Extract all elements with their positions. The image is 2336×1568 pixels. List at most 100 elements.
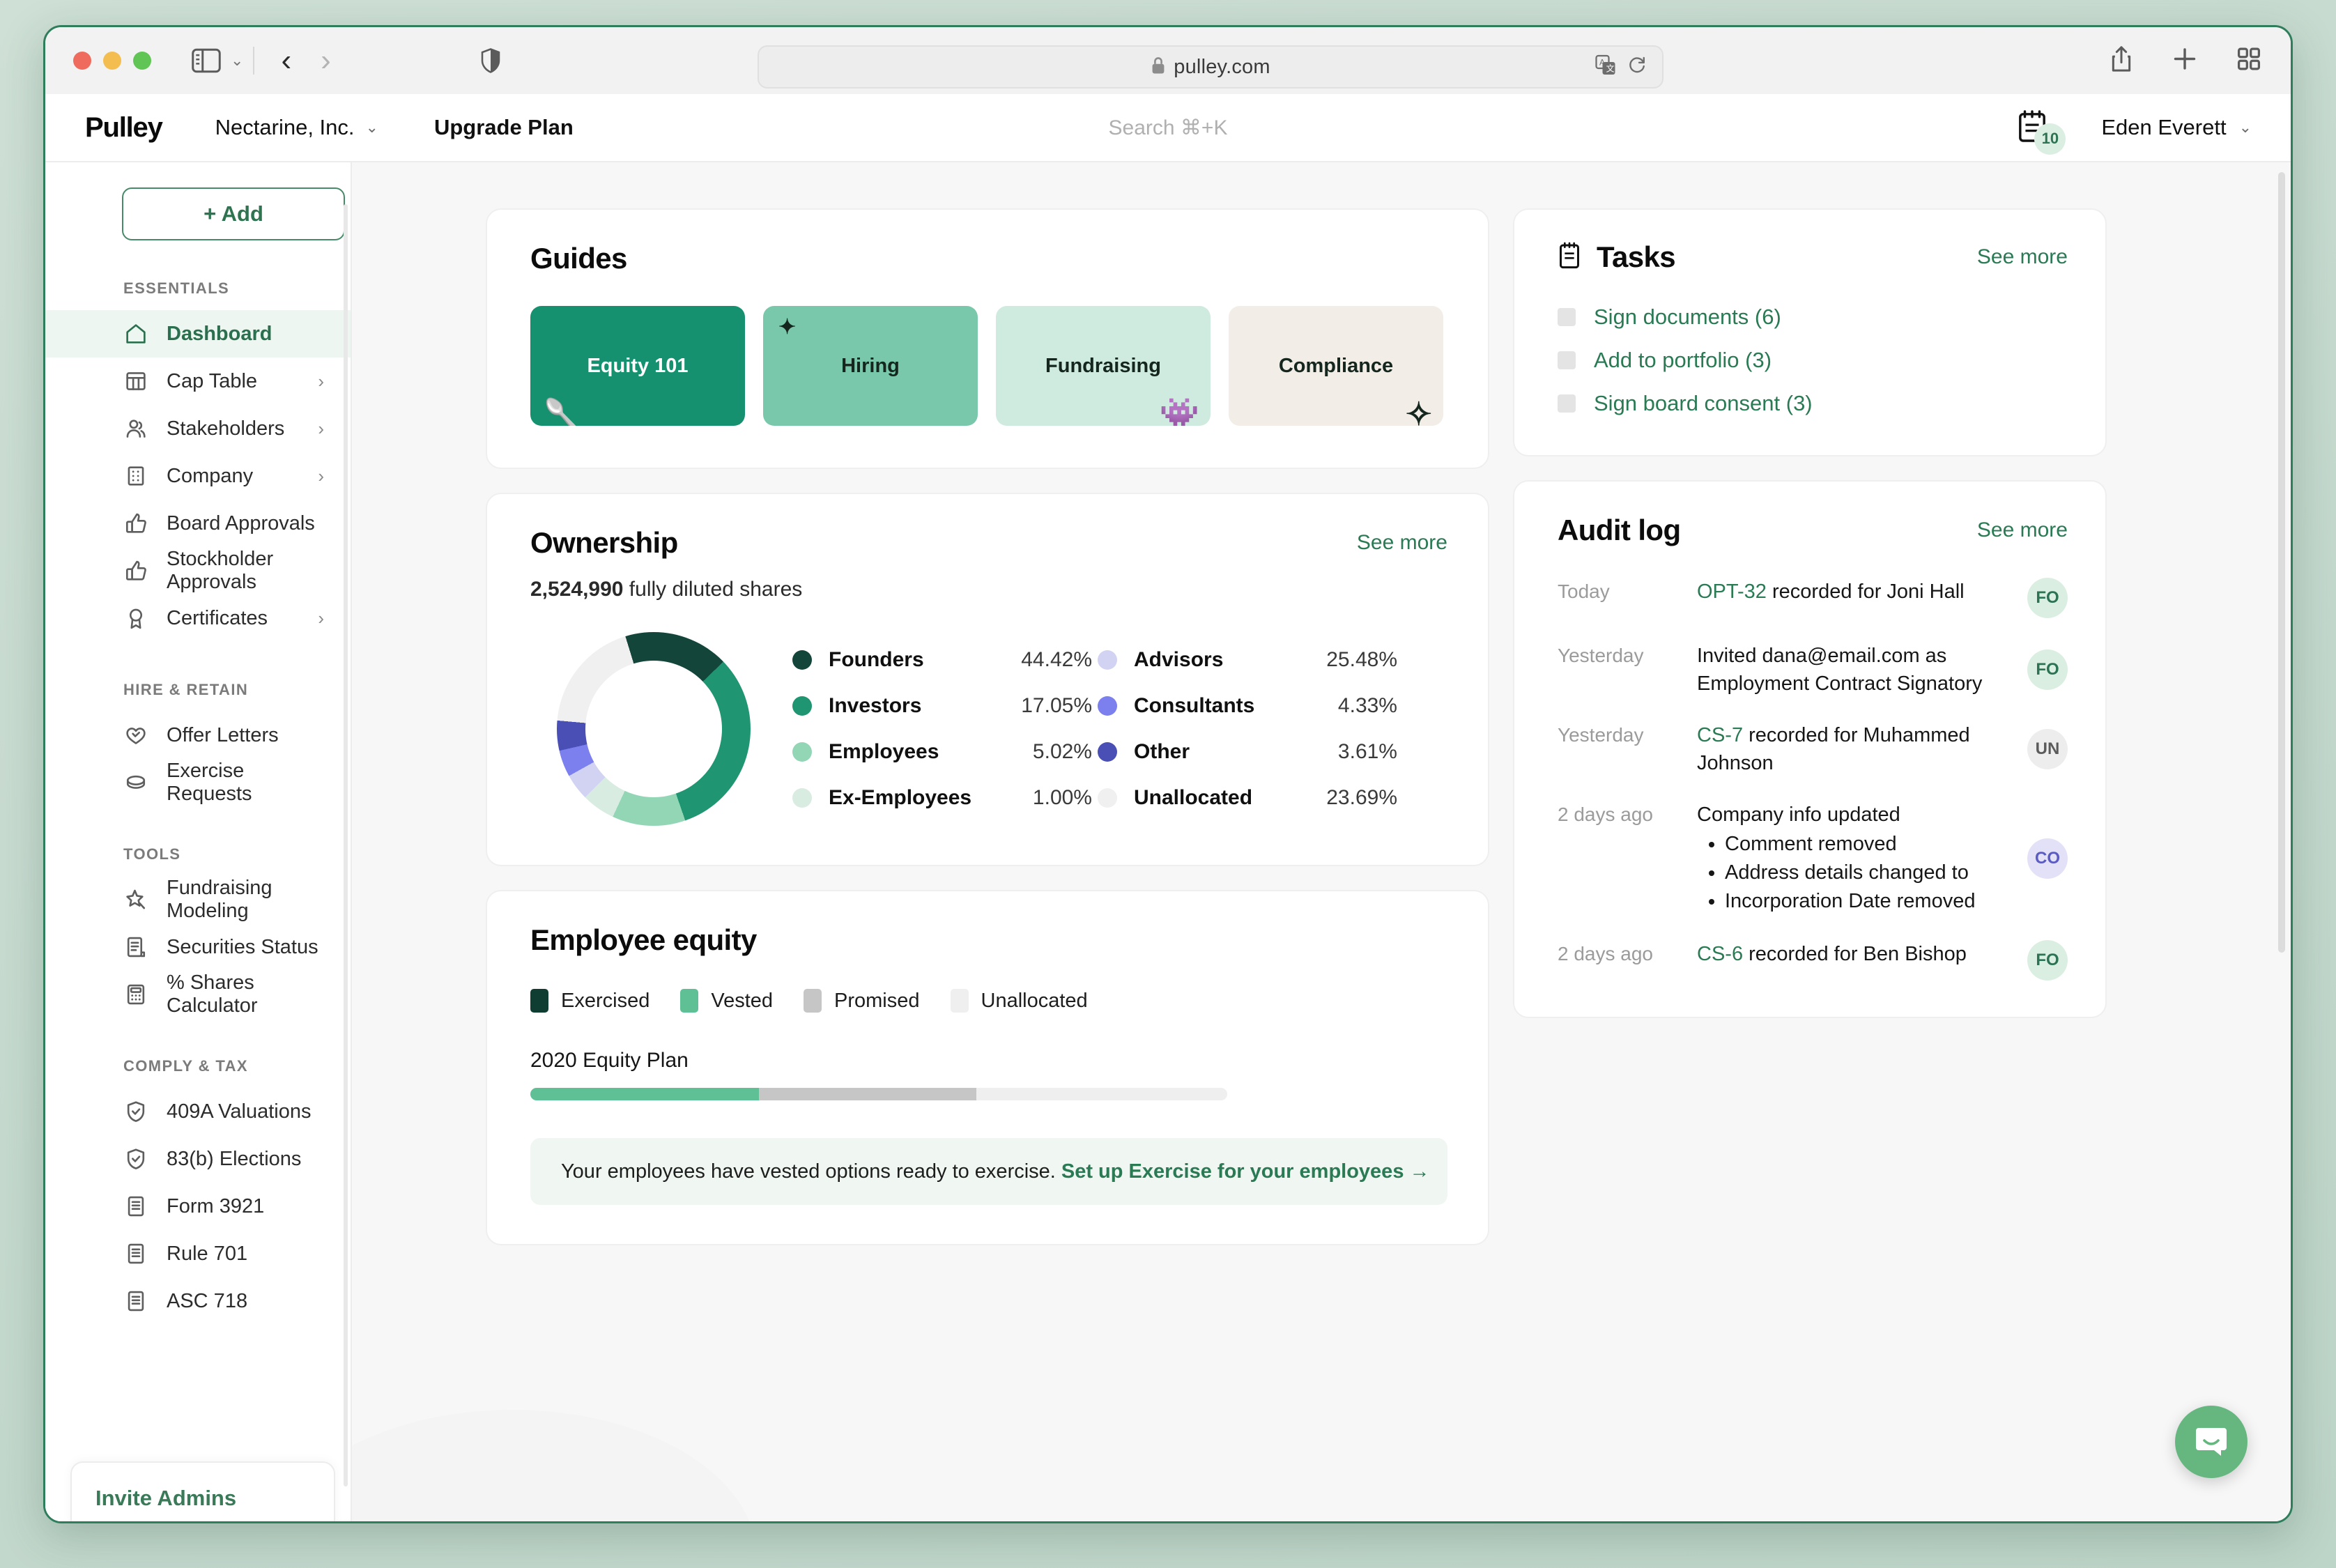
task-label[interactable]: Sign documents (6)	[1594, 305, 1781, 330]
ownership-see-more-link[interactable]: See more	[1357, 531, 1447, 555]
task-label[interactable]: Sign board consent (3)	[1594, 391, 1813, 416]
company-switcher[interactable]: Nectarine, Inc. ⌄	[215, 115, 378, 140]
forward-chevron-icon[interactable]: ›	[321, 45, 331, 76]
equity-legend-item: Vested	[680, 989, 773, 1013]
chat-bubble-button[interactable]	[2175, 1406, 2247, 1478]
ownership-legend-item: Investors 17.05%	[792, 694, 1092, 718]
address-bar[interactable]: pulley.com A文	[758, 45, 1663, 89]
sidebar-item-stockholder-approvals[interactable]: Stockholder Approvals	[45, 547, 351, 594]
sidebar-item-certificates[interactable]: Certificates ›	[45, 594, 351, 642]
sidebar-item-409a-valuations[interactable]: 409A Valuations	[45, 1088, 351, 1135]
guide-tile-hiring[interactable]: ✦ Hiring	[763, 306, 978, 426]
search-input[interactable]: Search ⌘+K	[1109, 116, 1228, 140]
audit-entry-timestamp: Yesterday	[1558, 645, 1644, 666]
shield-check-icon	[123, 1099, 148, 1124]
avatar: CO	[2027, 838, 2068, 879]
chevron-down-icon[interactable]: ⌄	[231, 53, 243, 68]
audit-entry-text: CS-6 recorded for Ben Bishop	[1697, 940, 2027, 968]
sidebar-item-securities-status[interactable]: Securities Status	[45, 923, 351, 971]
sidebar-item-fundraising-modeling[interactable]: Fundraising Modeling	[45, 876, 351, 923]
set-up-exercise-link[interactable]: Set up Exercise for your employees →	[1061, 1160, 1430, 1183]
chat-bubble-icon	[2193, 1422, 2229, 1462]
notification-badge: 10	[2034, 123, 2066, 155]
sidebar-item-label: Certificates	[167, 606, 268, 629]
sidebar-scrollbar[interactable]	[344, 204, 348, 1486]
add-button[interactable]: + Add	[122, 187, 345, 240]
translate-icon[interactable]: A文	[1595, 54, 1616, 79]
app-header: Pulley Nectarine, Inc. ⌄ Upgrade Plan Se…	[45, 94, 2291, 162]
user-menu[interactable]: Eden Everett ⌄	[2101, 115, 2252, 140]
legend-category-label: Other	[1134, 740, 1190, 763]
sidebar-item-rule-701[interactable]: Rule 701	[45, 1230, 351, 1277]
sidebar-item-dashboard[interactable]: Dashboard	[45, 310, 351, 358]
task-item[interactable]: Add to portfolio (3)	[1558, 348, 2068, 373]
calculator-icon	[123, 982, 148, 1007]
pulley-logo[interactable]: Pulley	[85, 112, 163, 144]
legend-color-dot	[1098, 696, 1117, 716]
privacy-shield-icon[interactable]	[480, 48, 501, 73]
tasks-list: Sign documents (6) Add to portfolio (3) Si…	[1558, 305, 2068, 416]
minimize-window-button[interactable]	[103, 52, 121, 70]
equity-legend-item: Promised	[804, 989, 920, 1013]
audit-entry-text: Invited dana@email.com as Employment Con…	[1697, 642, 2027, 698]
sidebar-item-company[interactable]: Company ›	[45, 452, 351, 500]
chevron-down-icon: ⌄	[2238, 118, 2252, 136]
guide-tile-equity-101[interactable]: 🥄 Equity 101	[530, 306, 745, 426]
document-list-icon	[123, 935, 148, 960]
sidebar-item-offer-letters[interactable]: Offer Letters	[45, 712, 351, 759]
sidebar-item-board-approvals[interactable]: Board Approvals	[45, 500, 351, 547]
sidebar-item-83-b-elections[interactable]: 83(b) Elections	[45, 1135, 351, 1183]
invite-admins-button[interactable]: Invite Admins	[70, 1461, 335, 1521]
audit-entry-reference-link[interactable]: OPT-32	[1697, 581, 1767, 603]
upgrade-plan-link[interactable]: Upgrade Plan	[434, 115, 574, 140]
sidebar-item-form-3921[interactable]: Form 3921	[45, 1183, 351, 1230]
sidebar-toggle-icon[interactable]	[192, 48, 221, 73]
close-window-button[interactable]	[73, 52, 91, 70]
share-icon[interactable]	[2110, 45, 2133, 77]
sidebar-item-exercise-requests[interactable]: Exercise Requests	[45, 759, 351, 806]
audit-entry-reference-link[interactable]: CS-6	[1697, 943, 1743, 965]
legend-percent-value: 23.69%	[1326, 786, 1397, 809]
legend-category-label: Employees	[829, 740, 939, 763]
sidebar-item-label: Rule 701	[167, 1242, 248, 1265]
decorative-arc	[352, 1410, 756, 1521]
audit-entry-timestamp: Yesterday	[1558, 724, 1644, 746]
notifications-button[interactable]: 10	[2018, 109, 2066, 155]
audit-entry-description: recorded for Joni Hall	[1766, 581, 1965, 603]
building-icon	[123, 463, 148, 489]
maximize-window-button[interactable]	[133, 52, 151, 70]
audit-entry-bullets: Comment removedAddress details changed t…	[1725, 830, 2013, 916]
sidebar-item-asc-718[interactable]: ASC 718	[45, 1277, 351, 1325]
task-item[interactable]: Sign documents (6)	[1558, 305, 2068, 330]
reload-icon[interactable]	[1627, 56, 1647, 79]
guide-tile-compliance[interactable]: ✧ Compliance	[1229, 306, 1443, 426]
chevron-right-icon: ›	[318, 370, 324, 392]
audit-entry-bullet: Incorporation Date removed	[1725, 887, 2013, 916]
main-scrollbar[interactable]	[2278, 172, 2285, 953]
task-item[interactable]: Sign board consent (3)	[1558, 391, 2068, 416]
tab-overview-icon[interactable]	[2236, 47, 2261, 75]
audit-see-more-link[interactable]: See more	[1977, 518, 2068, 542]
avatar: UN	[2027, 729, 2068, 770]
guide-tile-fundraising[interactable]: 👾 Fundraising	[996, 306, 1211, 426]
sidebar-item-cap-table[interactable]: Cap Table ›	[45, 358, 351, 405]
ownership-legend: Founders 44.42% Investors 17.05% Employees 5.…	[792, 648, 1447, 810]
tasks-see-more-link[interactable]: See more	[1977, 245, 2068, 269]
back-chevron-icon[interactable]: ‹	[281, 45, 291, 76]
browser-window: ⌄ ‹ › pulley.com A文 Pulley Nectarine, In…	[43, 25, 2293, 1523]
plus-icon[interactable]	[2172, 47, 2197, 75]
guide-tile-label: Fundraising	[1045, 354, 1161, 377]
sidebar-item-shares-calculator[interactable]: % Shares Calculator	[45, 971, 351, 1018]
legend-color-dot	[792, 696, 812, 716]
task-checkbox[interactable]	[1558, 308, 1576, 326]
sidebar-item-label: Company	[167, 464, 254, 487]
audit-entry-reference-link[interactable]: CS-7	[1697, 724, 1743, 746]
pulley-app: Pulley Nectarine, Inc. ⌄ Upgrade Plan Se…	[45, 94, 2291, 1521]
sidebar-item-stakeholders[interactable]: Stakeholders ›	[45, 405, 351, 452]
legend-category-label: Founders	[829, 648, 924, 671]
audit-log-entry: 2 days ago Company info updated Comment re…	[1558, 801, 2068, 916]
task-label[interactable]: Add to portfolio (3)	[1594, 348, 1772, 373]
task-checkbox[interactable]	[1558, 351, 1576, 369]
task-checkbox[interactable]	[1558, 394, 1576, 413]
table-icon	[123, 369, 148, 394]
